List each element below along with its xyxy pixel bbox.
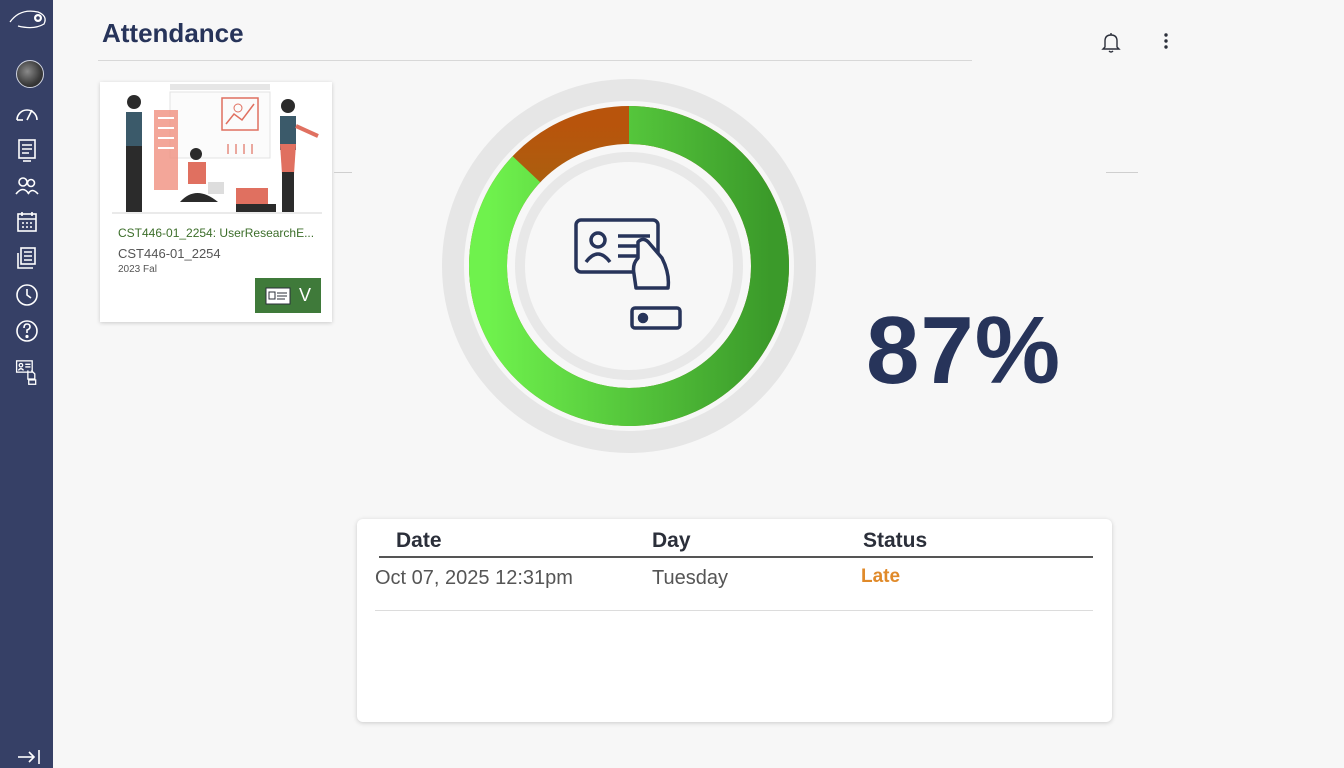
attendance-icon[interactable] (14, 356, 40, 390)
course-code: CST446-01_2254 (118, 246, 221, 261)
attendance-donut (442, 79, 816, 453)
column-header-day: Day (652, 529, 691, 552)
course-name[interactable]: CST446-01_2254: UserResearchE... (118, 226, 322, 240)
more-options-icon[interactable] (1158, 30, 1174, 52)
check-in-button[interactable]: V (255, 278, 321, 313)
courses-icon[interactable] (14, 137, 40, 163)
sidebar (0, 0, 53, 768)
calendar-icon[interactable] (14, 209, 40, 235)
inbox-icon[interactable] (14, 245, 40, 271)
attendance-percent: 87% (866, 297, 1062, 404)
course-term: 2023 Fal (118, 264, 157, 275)
attendance-table: Date Day Status Oct 07, 2025 12:31pm Tue… (357, 519, 1112, 722)
id-card-icon (265, 287, 291, 304)
decorative-dash (1106, 172, 1138, 173)
avatar[interactable] (16, 60, 44, 88)
cell-date: Oct 07, 2025 12:31pm (375, 567, 573, 589)
cell-day: Tuesday (652, 567, 728, 589)
dashboard-icon[interactable] (14, 100, 40, 126)
course-illustration (112, 84, 322, 214)
help-icon[interactable] (14, 318, 40, 344)
bell-icon[interactable] (1101, 31, 1121, 53)
history-icon[interactable] (14, 282, 40, 308)
groups-icon[interactable] (14, 173, 40, 199)
collapse-sidebar-icon[interactable] (16, 748, 44, 766)
row-divider (375, 610, 1093, 611)
decorative-dash (334, 172, 352, 173)
logo-icon[interactable] (4, 4, 50, 34)
column-header-status: Status (863, 529, 928, 552)
column-header-date: Date (396, 529, 442, 552)
page-title: Attendance (102, 18, 244, 48)
header-divider (379, 556, 1093, 558)
check-in-button-label: V (299, 285, 312, 305)
status-badge: Late (861, 566, 901, 587)
course-card[interactable]: CST446-01_2254: UserResearchE... CST446-… (100, 82, 332, 322)
header-divider (98, 60, 972, 61)
